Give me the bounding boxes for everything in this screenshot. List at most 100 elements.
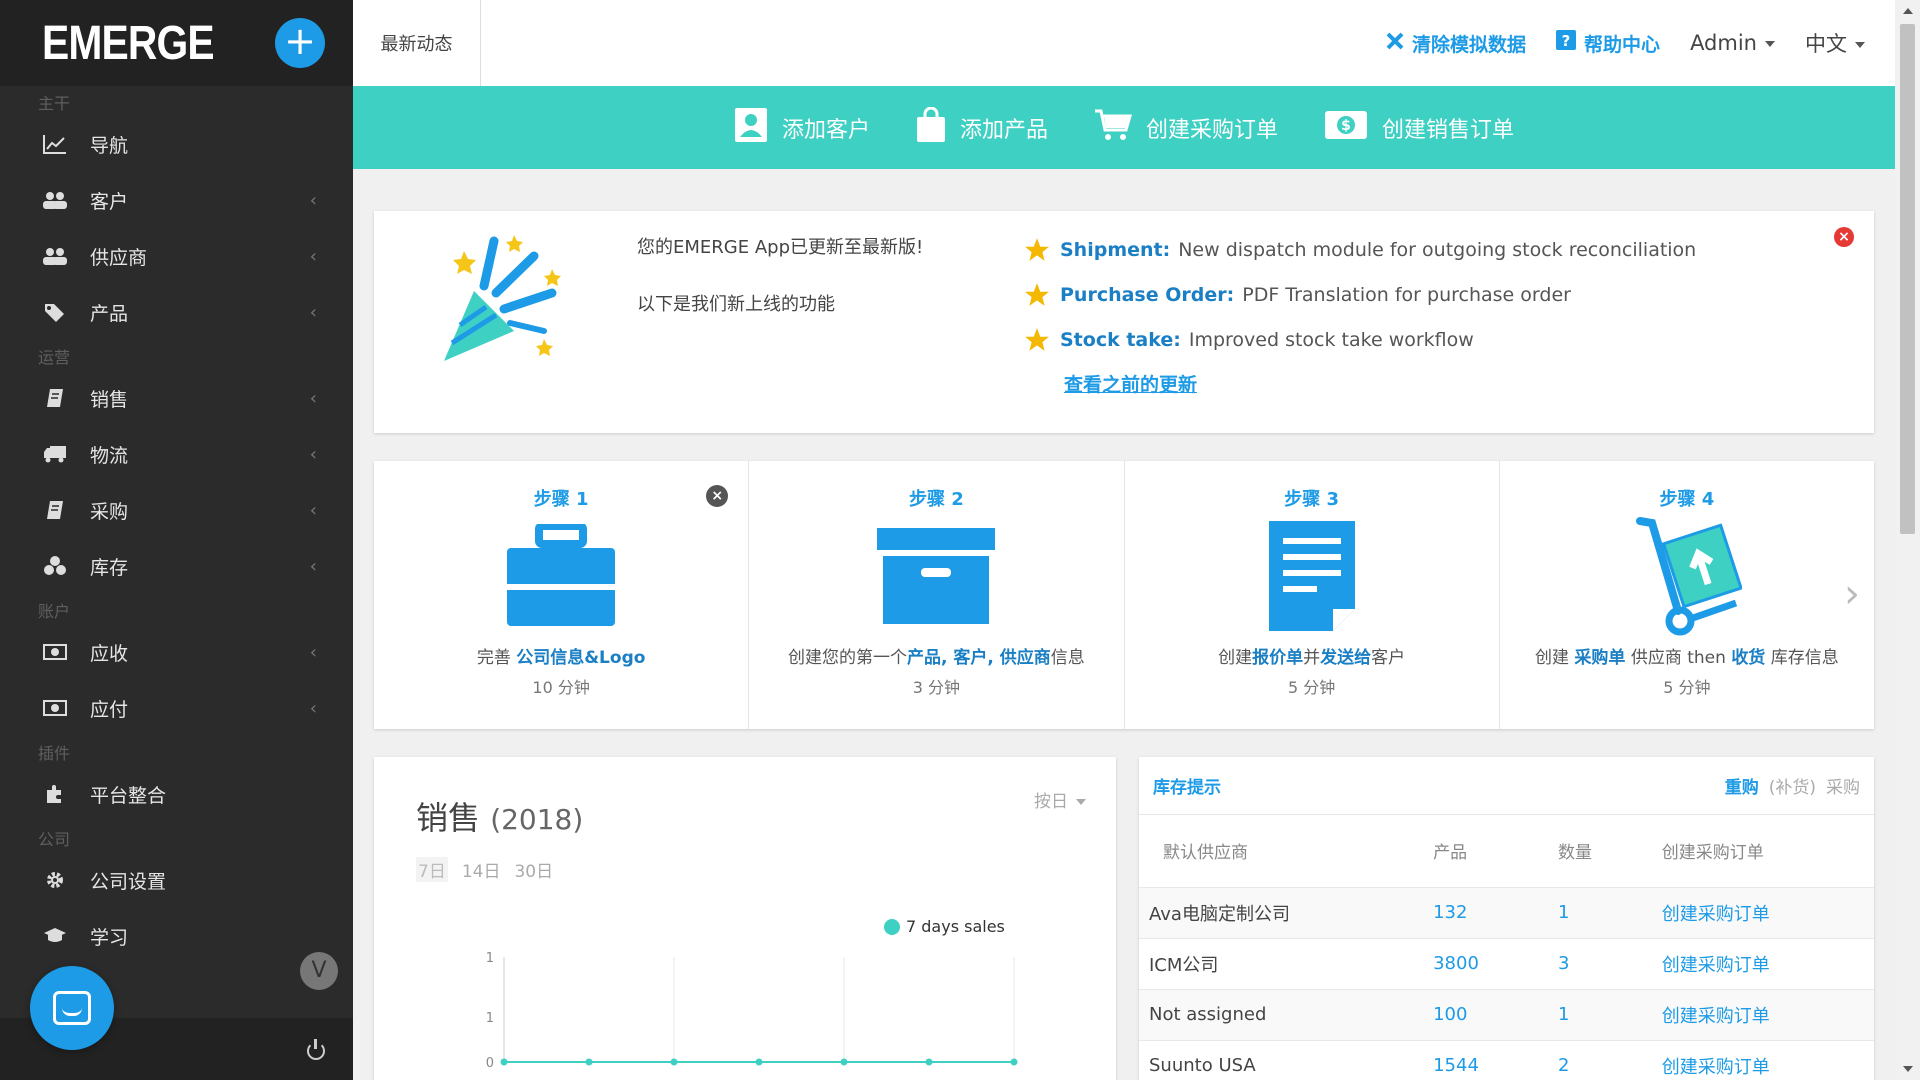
data-point[interactable] (585, 1058, 593, 1066)
briefcase-icon (374, 511, 748, 641)
create-po-link[interactable]: 创建采购订单 (1637, 886, 1874, 938)
qty-cell[interactable]: 1 (1534, 886, 1638, 938)
step-desc-text: 并 (1303, 648, 1321, 668)
step-1[interactable]: 步骤 1 完善 公司信息&Logo 10 分钟 × (374, 461, 750, 729)
column-header: 数量 (1558, 843, 1592, 864)
product-cell[interactable]: 100 (1409, 988, 1534, 1040)
product-cell[interactable]: 3800 (1409, 937, 1534, 989)
legend-swatch (884, 918, 900, 935)
step-title: 步骤 4 (1659, 489, 1715, 510)
sidebar-item-logistics[interactable]: 物流 ‹ (0, 426, 353, 482)
add-customer-label: 添加客户 (781, 117, 870, 143)
data-point[interactable] (670, 1058, 678, 1066)
data-point[interactable] (1010, 1058, 1018, 1066)
qty-cell[interactable]: 2 (1534, 1039, 1638, 1080)
sidebar-item-label: 客户 (90, 190, 129, 213)
step-2[interactable]: 步骤 2 创建您的第一个产品, 客户, 供应商信息 3 分钟 (749, 461, 1125, 729)
language-dropdown[interactable]: 中文 (1805, 28, 1865, 58)
page-scrollbar[interactable] (1895, 0, 1920, 1080)
star-icon (1025, 237, 1049, 261)
sidebar-item-purchase[interactable]: 采购 ‹ (0, 482, 353, 538)
sidebar-item-nav[interactable]: 导航 (0, 116, 353, 172)
sidebar-item-products[interactable]: 产品 ‹ (0, 284, 353, 340)
table-header-row: 默认供应商 产品 数量 创建采购订单 (1139, 815, 1874, 887)
step-desc-link[interactable]: 收货 (1731, 648, 1765, 668)
step-4[interactable]: 步骤 4 创建 采购单 供应商 then 收货 库存信息 5 分钟 › (1500, 461, 1874, 729)
y-tick-label: 0 (486, 1056, 494, 1071)
sidebar-item-suppliers[interactable]: 供应商 ‹ (0, 228, 353, 284)
close-notice-button[interactable]: × (1834, 227, 1854, 247)
sidebar-item-inventory[interactable]: 库存 ‹ (0, 538, 353, 594)
tab-restock[interactable]: (补货) (1769, 773, 1816, 798)
scrollbar-thumb[interactable] (1900, 24, 1915, 534)
step-desc-link[interactable]: 发送给 (1320, 648, 1371, 668)
data-point[interactable] (840, 1058, 848, 1066)
sidebar-item-customers[interactable]: 客户 ‹ (0, 172, 353, 228)
scroll-down-arrow-icon[interactable] (1903, 1066, 1913, 1072)
sidebar-item-label: 平台整合 (90, 784, 167, 807)
onboarding-steps-card: 步骤 1 完善 公司信息&Logo 10 分钟 × 步骤 2 创建您的第一个产品… (374, 461, 1874, 729)
money-icon (42, 697, 68, 719)
chevron-left-icon: ‹ (309, 301, 317, 323)
table-row: Suunto USA 1544 2 创建采购订单 (1139, 1039, 1874, 1080)
app-logo[interactable]: EMERGE (42, 16, 215, 71)
cubes-icon (42, 555, 68, 577)
sidebar-item-company-settings[interactable]: 公司设置 (0, 852, 353, 908)
create-po-link[interactable]: 创建采购订单 (1637, 988, 1874, 1040)
scroll-up-arrow-icon[interactable] (1903, 8, 1913, 14)
data-point[interactable] (925, 1058, 933, 1066)
data-point[interactable] (755, 1058, 763, 1066)
step-3[interactable]: 步骤 3 创建报价单并发送给客户 5 分钟 (1125, 461, 1500, 729)
create-po-link[interactable]: 创建采购订单 (1637, 937, 1874, 989)
user-menu-dropdown[interactable]: Admin (1690, 31, 1775, 55)
collapse-button[interactable]: V (300, 952, 338, 990)
sidebar-item-sales[interactable]: 销售 ‹ (0, 370, 353, 426)
tags-icon (42, 301, 68, 323)
truck-icon (42, 443, 68, 465)
product-cell[interactable]: 132 (1409, 886, 1534, 938)
step-desc-link[interactable]: 公司信息&Logo (516, 648, 645, 668)
qty-cell[interactable]: 1 (1534, 988, 1638, 1040)
tab-purchase[interactable]: 采购 (1826, 773, 1860, 798)
sidebar-item-receivable[interactable]: 应收 ‹ (0, 624, 353, 680)
sidebar-item-learning[interactable]: 学习 (0, 908, 353, 964)
power-icon[interactable] (307, 1039, 325, 1060)
step-desc-link[interactable]: 采购单 (1574, 648, 1625, 668)
previous-updates-link[interactable]: 查看之前的更新 (1064, 370, 1197, 397)
product-cell[interactable]: 1544 (1409, 1039, 1534, 1080)
supplier-cell: Not assigned (1139, 988, 1410, 1040)
help-center-link[interactable]: ? 帮助中心 (1556, 29, 1660, 57)
sidebar-item-label: 采购 (90, 500, 129, 523)
group-by-dropdown[interactable]: 按日 (1034, 787, 1086, 812)
create-po-link[interactable]: 创建采购订单 (1637, 1039, 1874, 1080)
create-sales-order-button[interactable]: $ 创建销售订单 (1324, 110, 1514, 146)
y-tick-label: 1 (486, 951, 494, 966)
clear-demo-data-link[interactable]: 清除模拟数据 (1386, 30, 1526, 57)
qty-cell[interactable]: 3 (1534, 937, 1638, 989)
chat-launcher-button[interactable] (30, 966, 114, 1050)
step-desc-link[interactable]: 产品, 客户, 供应商 (907, 648, 1051, 668)
data-point[interactable] (500, 1058, 508, 1066)
sidebar-item-integration[interactable]: 平台整合 (0, 766, 353, 822)
create-purchase-order-button[interactable]: 创建采购订单 (1094, 108, 1278, 148)
stock-alerts-title: 库存提示 (1153, 778, 1221, 798)
add-customer-button[interactable]: 添加客户 (734, 107, 870, 149)
quick-add-button[interactable]: + (275, 18, 325, 68)
range-14d[interactable]: 14日 (462, 857, 501, 882)
chart-legend: 7 days sales (884, 917, 1005, 936)
book-icon (42, 499, 68, 521)
sidebar-item-payable[interactable]: 应付 ‹ (0, 680, 353, 736)
next-step-arrow[interactable]: › (1844, 571, 1860, 617)
tab-news[interactable]: 最新动态 (353, 0, 481, 86)
tab-reorder[interactable]: 重购 (1725, 773, 1759, 798)
step-desc-link[interactable]: 报价单 (1252, 648, 1303, 668)
supplier-cell: Suunto USA (1139, 1039, 1410, 1080)
puzzle-icon (42, 783, 68, 805)
party-popper-icon (444, 235, 561, 361)
help-icon: ? (1556, 29, 1577, 57)
add-product-button[interactable]: 添加产品 (916, 106, 1048, 149)
step-desc-text: 客户 (1371, 648, 1406, 668)
range-30d[interactable]: 30日 (514, 857, 553, 882)
document-icon (1125, 511, 1499, 641)
range-7d[interactable]: 7日 (416, 857, 448, 882)
